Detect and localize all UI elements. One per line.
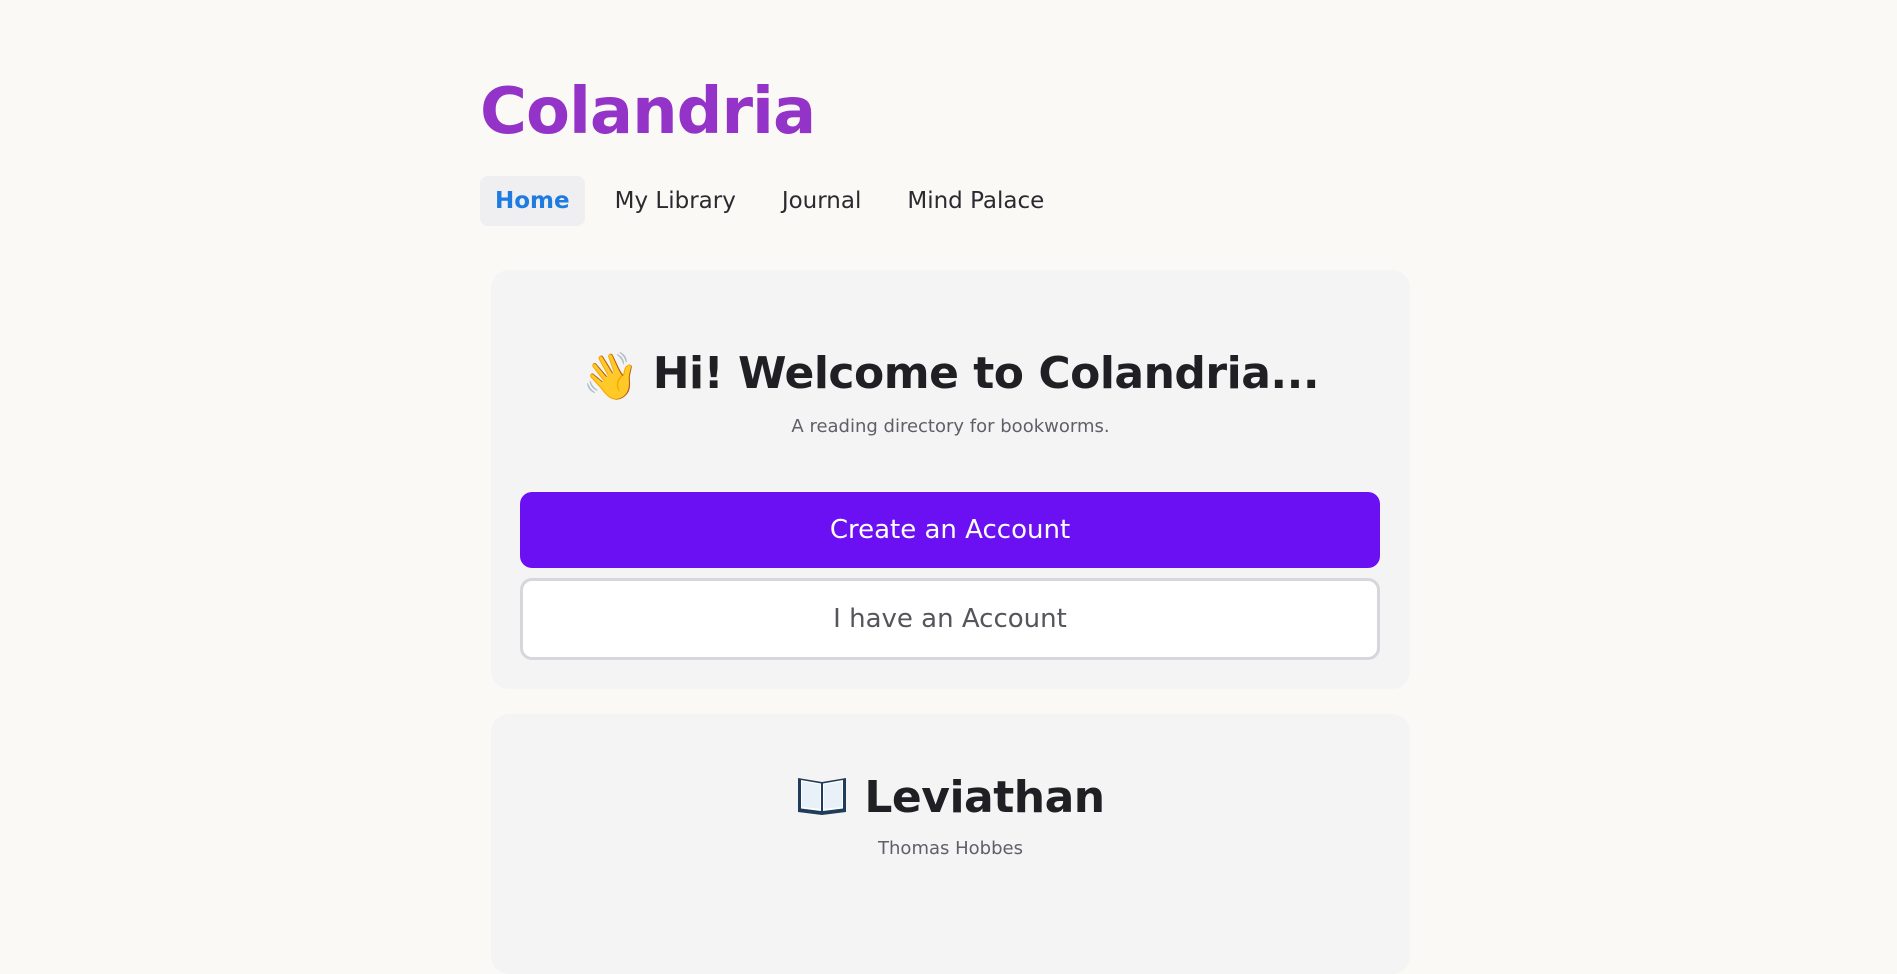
sign-in-button[interactable]: I have an Account <box>520 578 1380 660</box>
nav-item-home[interactable]: Home <box>480 176 585 226</box>
book-title-text: Leviathan <box>864 772 1105 823</box>
book-title: Leviathan <box>491 772 1410 823</box>
welcome-title: 👋 Hi! Welcome to Colandria... <box>491 348 1410 404</box>
brand-logo[interactable]: Colandria <box>480 72 816 152</box>
welcome-card: 👋 Hi! Welcome to Colandria... A reading d… <box>491 270 1410 689</box>
waving-hand-icon: 👋 <box>581 349 639 403</box>
welcome-title-text: Hi! Welcome to Colandria... <box>652 348 1320 399</box>
book-card[interactable]: Leviathan Thomas Hobbes <box>491 714 1410 974</box>
nav-item-journal[interactable]: Journal <box>766 176 878 226</box>
main-nav: Home My Library Journal Mind Palace <box>480 176 1074 226</box>
open-book-icon <box>798 778 847 815</box>
create-account-button[interactable]: Create an Account <box>520 492 1380 568</box>
nav-item-my-library[interactable]: My Library <box>599 176 752 226</box>
welcome-subtitle: A reading directory for bookworms. <box>791 416 1110 437</box>
nav-item-mind-palace[interactable]: Mind Palace <box>891 176 1060 226</box>
book-author: Thomas Hobbes <box>878 838 1023 859</box>
